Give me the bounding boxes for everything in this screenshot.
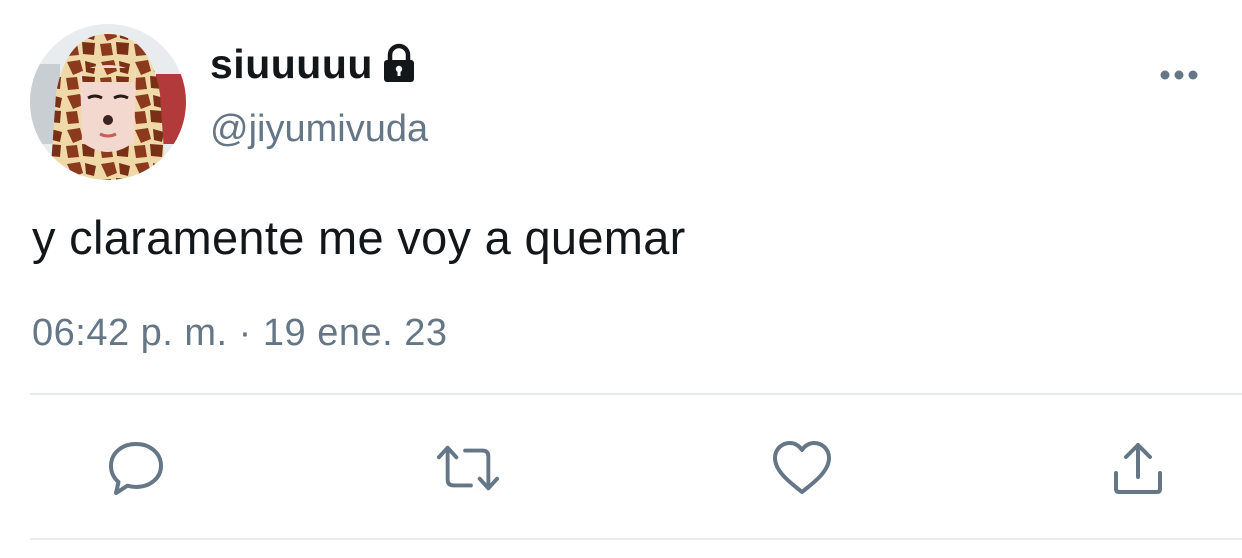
avatar-image: [30, 24, 186, 180]
more-dots-icon: [1160, 70, 1198, 80]
display-name-row: siuuuuu: [210, 38, 417, 90]
comment-icon: [109, 442, 163, 495]
retweet-icon: [436, 445, 500, 491]
more-options-button[interactable]: [1156, 60, 1202, 90]
retweet-button[interactable]: [436, 436, 500, 500]
heart-icon: [773, 441, 831, 494]
like-button[interactable]: [770, 436, 834, 500]
share-button[interactable]: [1106, 436, 1170, 500]
display-name[interactable]: siuuuuu: [210, 41, 373, 88]
tweet-timestamp[interactable]: 06:42 p. m. · 19 ene. 23: [32, 312, 448, 355]
avatar[interactable]: [30, 24, 186, 180]
reply-button[interactable]: [104, 436, 168, 500]
share-icon: [1114, 443, 1162, 494]
divider: [30, 393, 1242, 395]
lock-icon: [381, 43, 417, 85]
tweet-text: y claramente me voy a quemar: [32, 211, 686, 264]
user-handle[interactable]: @jiyumivuda: [210, 108, 428, 151]
divider-bottom: [30, 538, 1242, 540]
